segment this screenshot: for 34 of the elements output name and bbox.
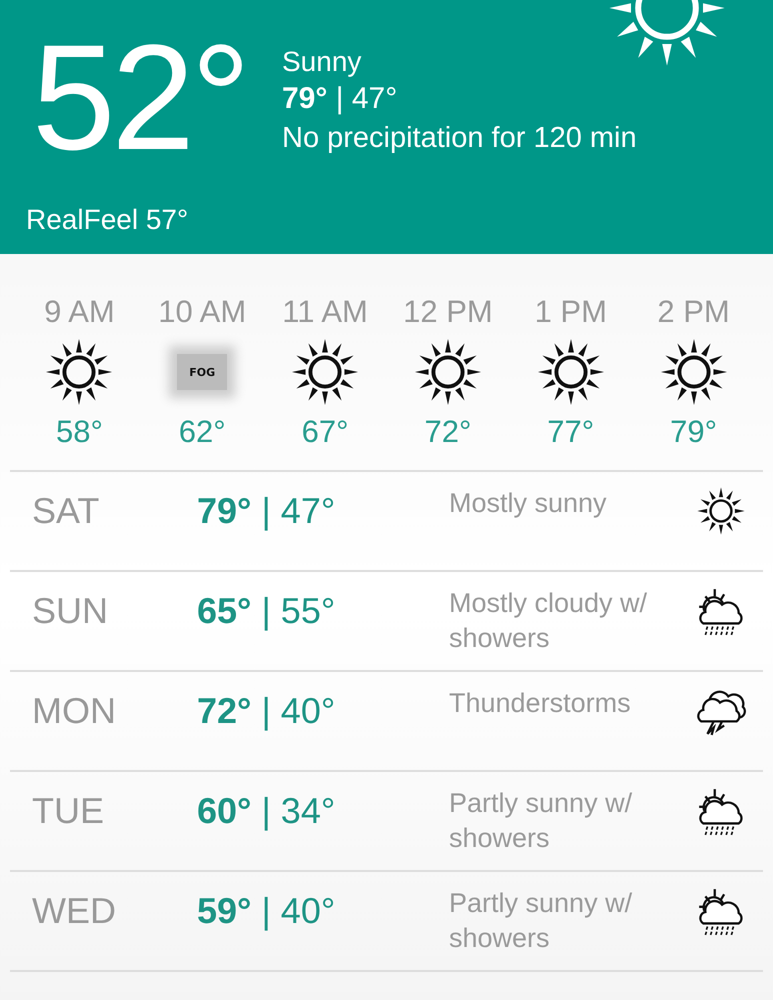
forecast-description: Mostly sunny — [449, 487, 608, 520]
day-label: SAT — [31, 489, 100, 533]
hour-temperature: 67° — [302, 414, 349, 450]
high-low-temperature: 72° | 40° — [197, 689, 336, 733]
forecast-description: Partly sunny w/ showers — [449, 887, 634, 955]
day-label: TUE — [31, 789, 105, 833]
hour-temperature: 79° — [670, 414, 718, 450]
hour-temperature: 72° — [424, 414, 472, 450]
forecast-description: Mostly cloudy w/ showers — [449, 587, 648, 655]
forecast-description: Partly sunny w/ showers — [449, 787, 634, 855]
day-label: WED — [31, 889, 117, 933]
high-low-temperature: 79° | 47° — [282, 81, 398, 117]
day-label: SUN — [31, 589, 110, 633]
forecast-description: Thunderstorms — [449, 687, 632, 720]
high-low-temperature: 60° | 34° — [197, 789, 336, 833]
high-low-temperature: 79° | 47° — [197, 489, 336, 533]
realfeel-text: RealFeel 57° — [26, 204, 188, 236]
hour-temperature: 77° — [547, 414, 594, 450]
hour-label: 1 PM — [534, 294, 607, 330]
fog-icon: FOG — [177, 354, 228, 390]
hour-label: 9 AM — [44, 294, 115, 330]
hour-label: 10 AM — [158, 294, 246, 330]
hour-label: 11 AM — [282, 294, 368, 330]
precipitation-text: No precipitation for 120 min — [282, 121, 637, 156]
high-low-temperature: 65° | 55° — [197, 589, 336, 633]
current-temperature: 52° — [32, 22, 248, 172]
hour-label: 12 PM — [403, 294, 493, 330]
hour-label: 2 PM — [657, 294, 730, 330]
hour-temperature: 58° — [56, 414, 103, 450]
condition-text: Sunny — [282, 45, 362, 79]
day-label: MON — [31, 689, 117, 733]
hour-temperature: 62° — [178, 414, 226, 450]
high-low-temperature: 59° | 40° — [197, 889, 336, 933]
sun-icon — [696, 486, 746, 536]
